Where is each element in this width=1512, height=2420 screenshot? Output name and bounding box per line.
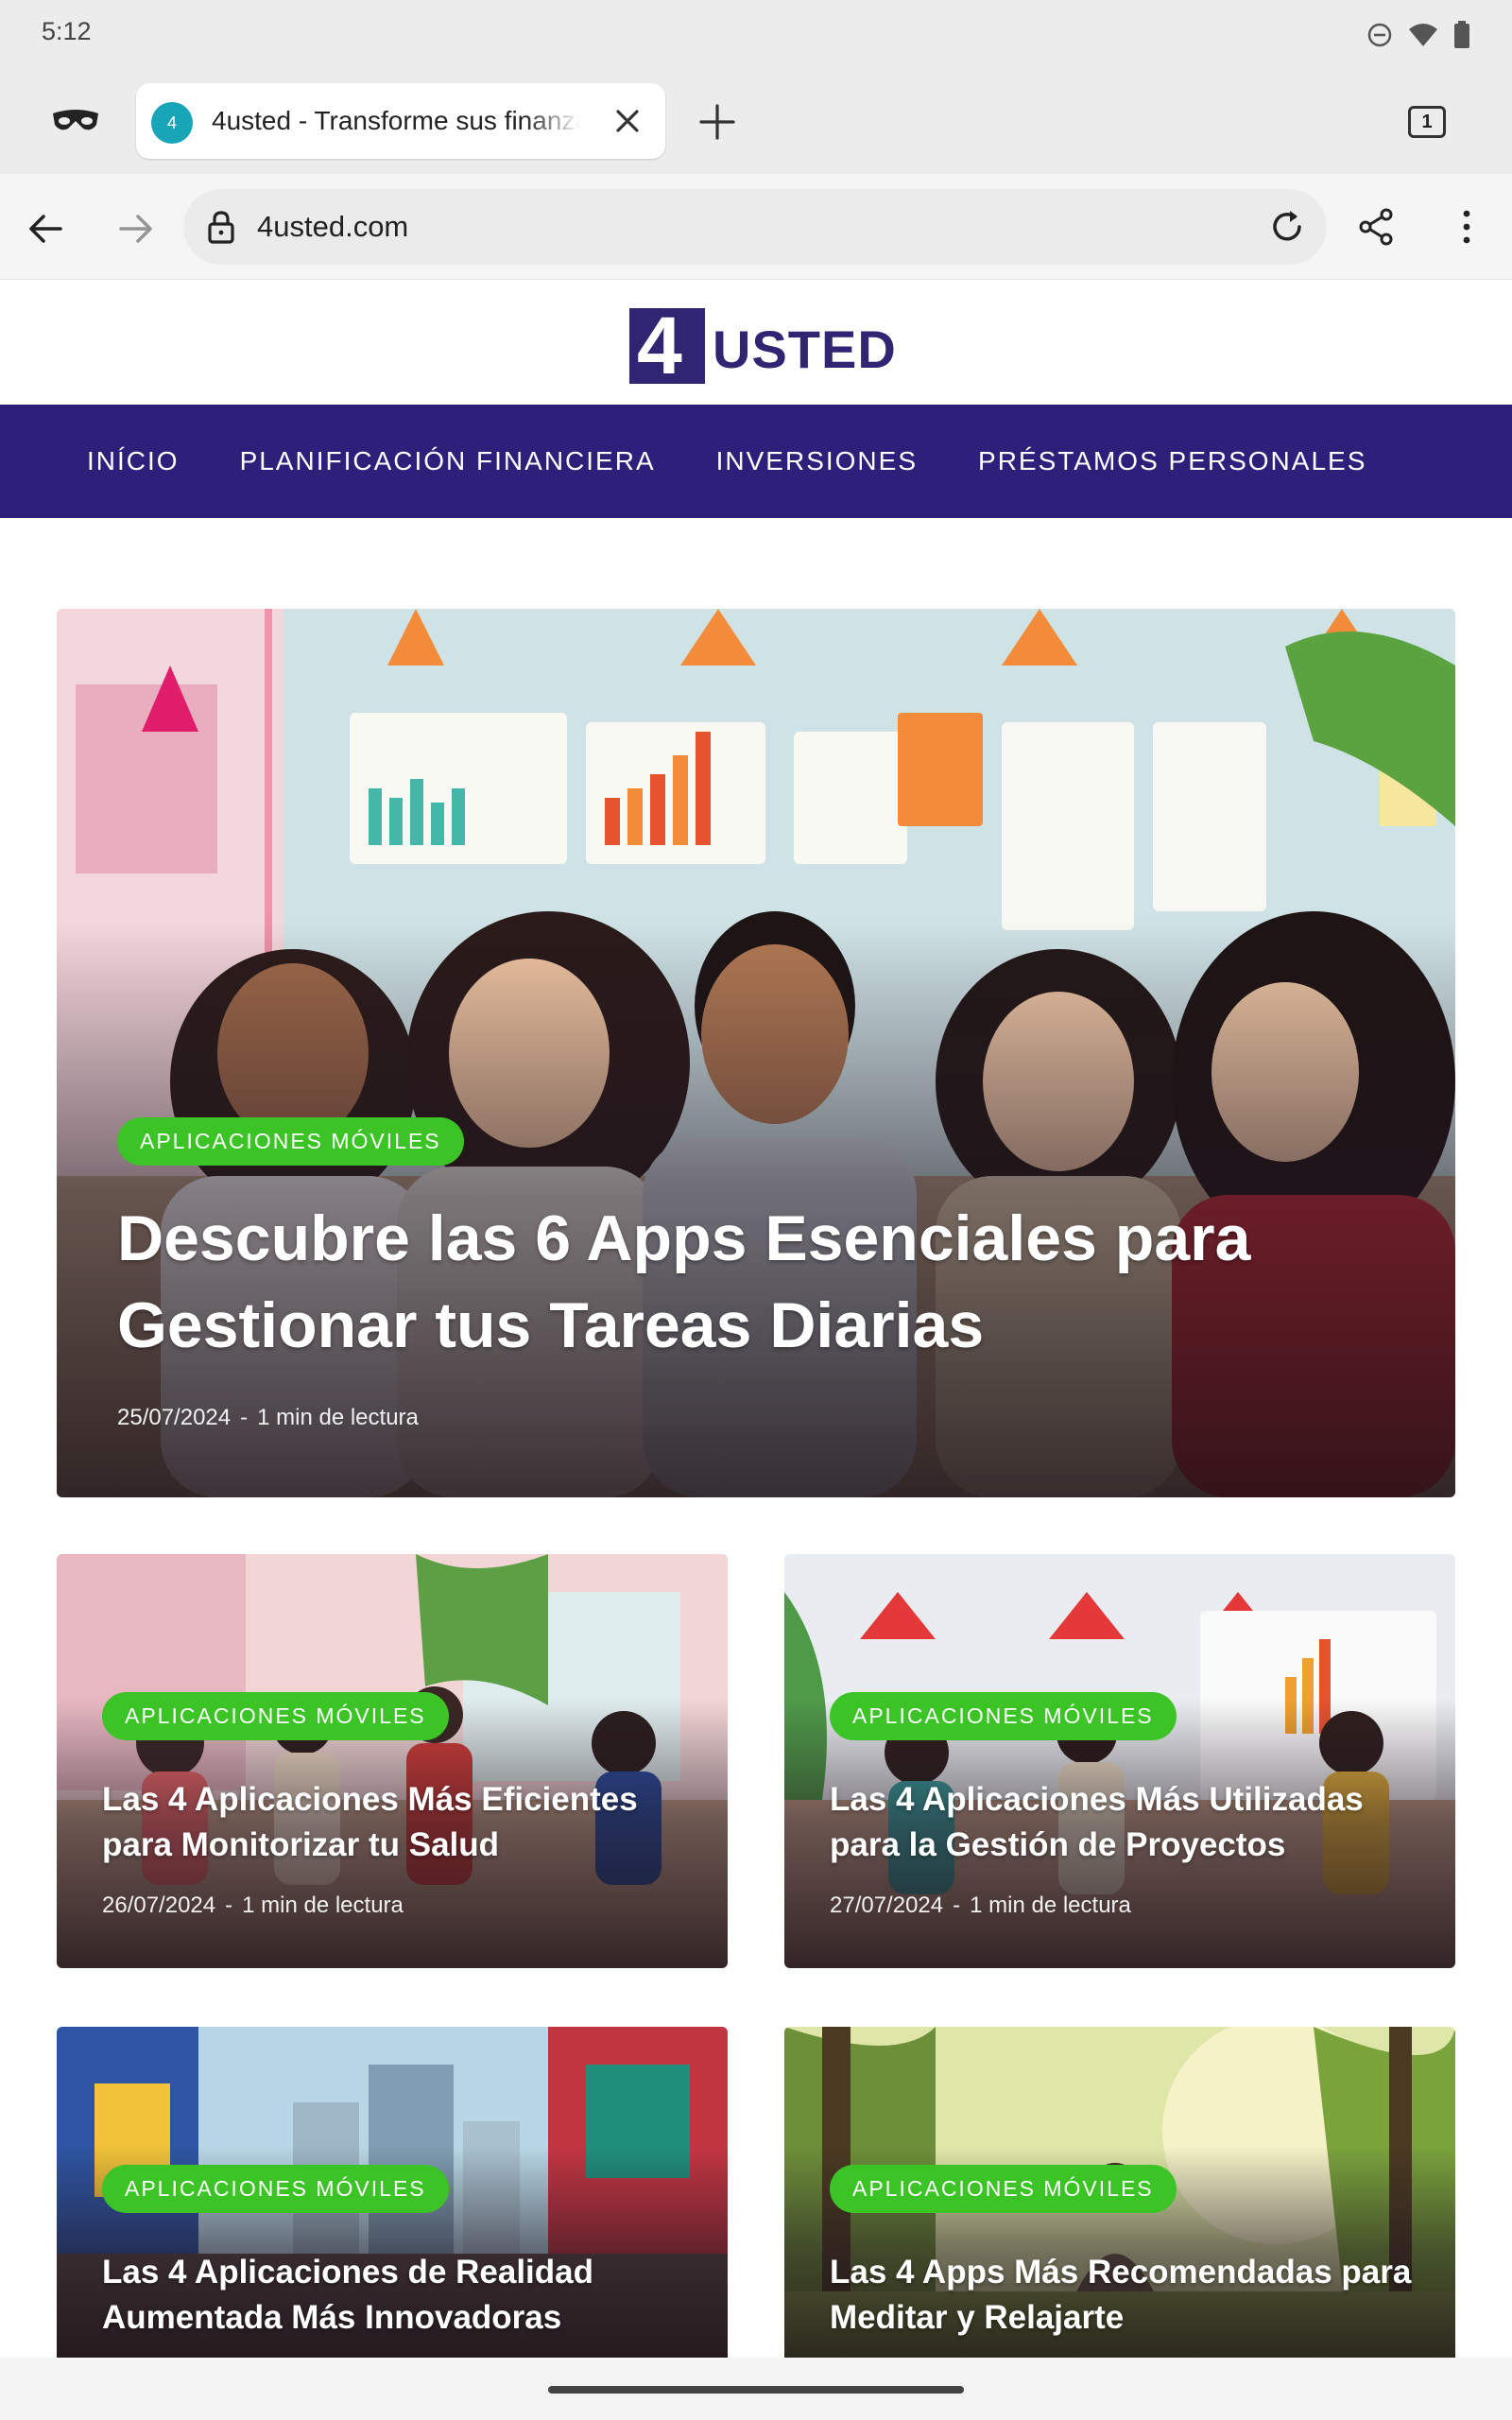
wifi-icon bbox=[1409, 24, 1437, 46]
lock-icon[interactable] bbox=[202, 208, 240, 246]
article-card[interactable]: APLICACIONES MÓVILES Las 4 Aplicaciones … bbox=[784, 1554, 1455, 1968]
hero-article-title[interactable]: Descubre las 6 Apps Esenciales para Gest… bbox=[117, 1195, 1365, 1369]
status-icons bbox=[1366, 21, 1470, 49]
main-nav-list: INÍCIO PLANIFICACIÓN FINANCIERA INVERSIO… bbox=[87, 405, 1366, 518]
status-bar: 5:12 bbox=[0, 0, 1512, 68]
do-not-disturb-icon bbox=[1367, 23, 1392, 47]
nav-item-planificacion-financiera[interactable]: PLANIFICACIÓN FINANCIERA bbox=[240, 446, 656, 476]
article-card[interactable]: APLICACIONES MÓVILES Las 4 Aplicaciones … bbox=[57, 2027, 728, 2367]
nav-item-inversiones[interactable]: INVERSIONES bbox=[716, 446, 918, 476]
logo-text: USTED bbox=[713, 319, 897, 379]
meta-separator: - bbox=[240, 1405, 249, 1430]
tab-favicon: 4 bbox=[151, 102, 193, 144]
article-date: 25/07/2024 bbox=[117, 1405, 232, 1430]
close-icon[interactable] bbox=[610, 104, 644, 138]
article-card[interactable]: APLICACIONES MÓVILES Las 4 Aplicaciones … bbox=[57, 1554, 728, 1968]
article-title[interactable]: Las 4 Aplicaciones de Realidad Aumentada… bbox=[102, 2250, 707, 2341]
meta-separator: - bbox=[225, 1893, 233, 1918]
category-badge[interactable]: APLICACIONES MÓVILES bbox=[102, 2165, 449, 2213]
article-read-time: 1 min de lectura bbox=[242, 1893, 404, 1918]
logo-digit: 4 bbox=[637, 301, 682, 391]
back-arrow-icon[interactable] bbox=[25, 208, 66, 250]
article-title[interactable]: Las 4 Apps Más Recomendadas para Meditar… bbox=[830, 2250, 1435, 2341]
category-badge[interactable]: APLICACIONES MÓVILES bbox=[830, 2165, 1177, 2213]
tab-strip: 4 4usted - Transforme sus finanzas 1 bbox=[0, 68, 1512, 174]
share-icon[interactable] bbox=[1355, 206, 1397, 248]
article-read-time: 1 min de lectura bbox=[970, 1893, 1131, 1918]
active-tab[interactable]: 4 4usted - Transforme sus finanzas bbox=[136, 83, 665, 159]
battery-icon bbox=[1454, 21, 1469, 48]
meta-separator: - bbox=[953, 1893, 961, 1918]
incognito-icon[interactable] bbox=[49, 104, 102, 136]
nav-item-inicio[interactable]: INÍCIO bbox=[87, 446, 180, 476]
url-text[interactable]: 4usted.com bbox=[257, 210, 408, 244]
gesture-navigation-area bbox=[0, 2358, 1512, 2420]
main-navigation: INÍCIO PLANIFICACIÓN FINANCIERA INVERSIO… bbox=[0, 405, 1512, 518]
article-meta: 27/07/2024-1 min de lectura bbox=[830, 1893, 1131, 1919]
category-badge[interactable]: APLICACIONES MÓVILES bbox=[830, 1692, 1177, 1740]
category-badge[interactable]: APLICACIONES MÓVILES bbox=[102, 1692, 449, 1740]
browser-toolbar: 4usted.com bbox=[0, 174, 1512, 280]
article-date: 27/07/2024 bbox=[830, 1893, 944, 1918]
article-meta: 26/07/2024-1 min de lectura bbox=[102, 1893, 404, 1919]
article-read-time: 1 min de lectura bbox=[257, 1405, 419, 1430]
article-date: 26/07/2024 bbox=[102, 1893, 216, 1918]
hero-article-card[interactable]: APLICACIONES MÓVILES Descubre las 6 Apps… bbox=[57, 609, 1455, 1497]
forward-arrow-icon[interactable] bbox=[115, 208, 157, 250]
more-options-icon[interactable] bbox=[1446, 206, 1487, 248]
reload-icon[interactable] bbox=[1266, 206, 1308, 248]
article-title[interactable]: Las 4 Aplicaciones Más Eficientes para M… bbox=[102, 1777, 707, 1868]
site-header: 4 USTED bbox=[0, 280, 1512, 405]
address-bar[interactable]: 4usted.com bbox=[183, 189, 1327, 265]
home-gesture-handle[interactable] bbox=[548, 2386, 964, 2394]
tab-title: 4usted - Transforme sus finanzas bbox=[212, 106, 580, 135]
article-card[interactable]: APLICACIONES MÓVILES Las 4 Apps Más Reco… bbox=[784, 2027, 1455, 2367]
article-title[interactable]: Las 4 Aplicaciones Más Utilizadas para l… bbox=[830, 1777, 1435, 1868]
new-tab-plus-icon[interactable] bbox=[697, 102, 737, 142]
article-meta: 25/07/2024-1 min de lectura bbox=[117, 1405, 419, 1431]
logo-mark: 4 bbox=[629, 304, 705, 388]
category-badge[interactable]: APLICACIONES MÓVILES bbox=[117, 1117, 464, 1166]
status-time: 5:12 bbox=[42, 17, 92, 45]
nav-item-prestamos-personales[interactable]: PRÉSTAMOS PERSONALES bbox=[978, 446, 1366, 476]
site-logo[interactable]: 4 USTED bbox=[629, 304, 897, 388]
tab-switcher-button[interactable]: 1 bbox=[1408, 106, 1446, 138]
